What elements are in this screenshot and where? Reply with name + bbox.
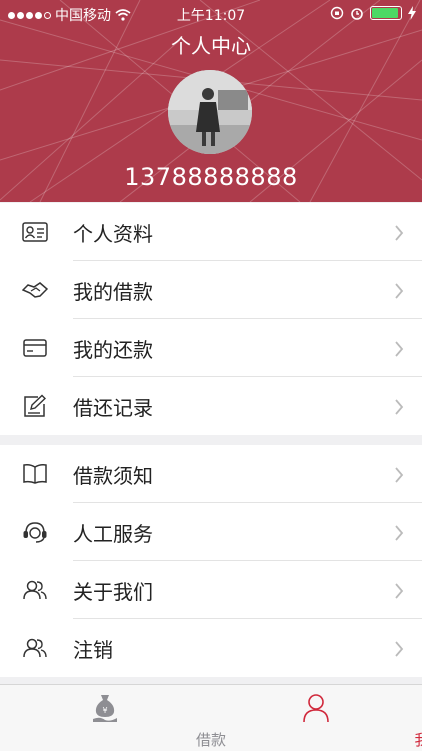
avatar-photo xyxy=(168,70,252,154)
chevron-right-icon xyxy=(394,641,404,657)
tab-bar: ¥ 借款 我 xyxy=(0,684,422,751)
user-icon xyxy=(302,693,330,723)
edit-icon xyxy=(22,394,48,418)
menu-item-profile[interactable]: 个人资料 xyxy=(0,203,422,261)
menu-item-loan-notice[interactable]: 借款须知 xyxy=(0,445,422,503)
menu-item-about-us[interactable]: 关于我们 xyxy=(0,561,422,619)
menu-item-label: 关于我们 xyxy=(73,576,153,605)
menu-item-logout[interactable]: 注销 xyxy=(0,619,422,677)
chevron-right-icon xyxy=(394,583,404,599)
money-bag-icon: ¥ xyxy=(92,693,118,723)
menu-item-label: 个人资料 xyxy=(73,218,153,247)
profile-header: 中国移动 上午11:07 个人中心 xyxy=(0,0,422,202)
menu-group-account: 个人资料 我的借款 我的还款 借还记录 xyxy=(0,203,422,435)
status-right xyxy=(330,6,416,20)
headset-icon xyxy=(22,520,48,544)
menu-item-label: 人工服务 xyxy=(73,518,153,547)
menu-item-label: 注销 xyxy=(73,634,113,663)
avatar[interactable] xyxy=(168,70,252,154)
chevron-right-icon xyxy=(394,525,404,541)
users-icon xyxy=(22,578,48,602)
menu-item-label: 我的还款 xyxy=(73,334,153,363)
tab-loan[interactable]: ¥ 借款 xyxy=(0,685,211,751)
chevron-right-icon xyxy=(394,399,404,415)
page-title: 个人中心 xyxy=(0,30,422,59)
chevron-right-icon xyxy=(394,467,404,483)
orientation-lock-icon xyxy=(330,6,344,20)
tab-me-label: 我 xyxy=(317,729,422,750)
chevron-right-icon xyxy=(394,341,404,357)
book-icon xyxy=(22,462,48,486)
chevron-right-icon xyxy=(394,225,404,241)
handshake-icon xyxy=(22,278,48,302)
battery-icon xyxy=(370,6,402,20)
alarm-icon xyxy=(350,6,364,20)
menu-item-customer-service[interactable]: 人工服务 xyxy=(0,503,422,561)
chevron-right-icon xyxy=(394,283,404,299)
menu-item-my-loans[interactable]: 我的借款 xyxy=(0,261,422,319)
menu-item-my-repayments[interactable]: 我的还款 xyxy=(0,319,422,377)
svg-text:¥: ¥ xyxy=(102,706,107,715)
phone-number: 13788888888 xyxy=(0,163,422,191)
credit-card-icon xyxy=(22,336,48,360)
menu-item-label: 我的借款 xyxy=(73,276,153,305)
menu-item-label: 借还记录 xyxy=(73,392,153,421)
users-icon xyxy=(22,636,48,660)
menu-group-support: 借款须知 人工服务 关于我们 注销 xyxy=(0,445,422,677)
menu-item-history[interactable]: 借还记录 xyxy=(0,377,422,435)
menu-item-label: 借款须知 xyxy=(73,460,153,489)
charging-icon xyxy=(408,6,416,20)
tab-me[interactable]: 我 xyxy=(211,685,422,751)
id-card-icon xyxy=(22,220,48,244)
status-bar: 中国移动 上午11:07 xyxy=(0,0,422,28)
